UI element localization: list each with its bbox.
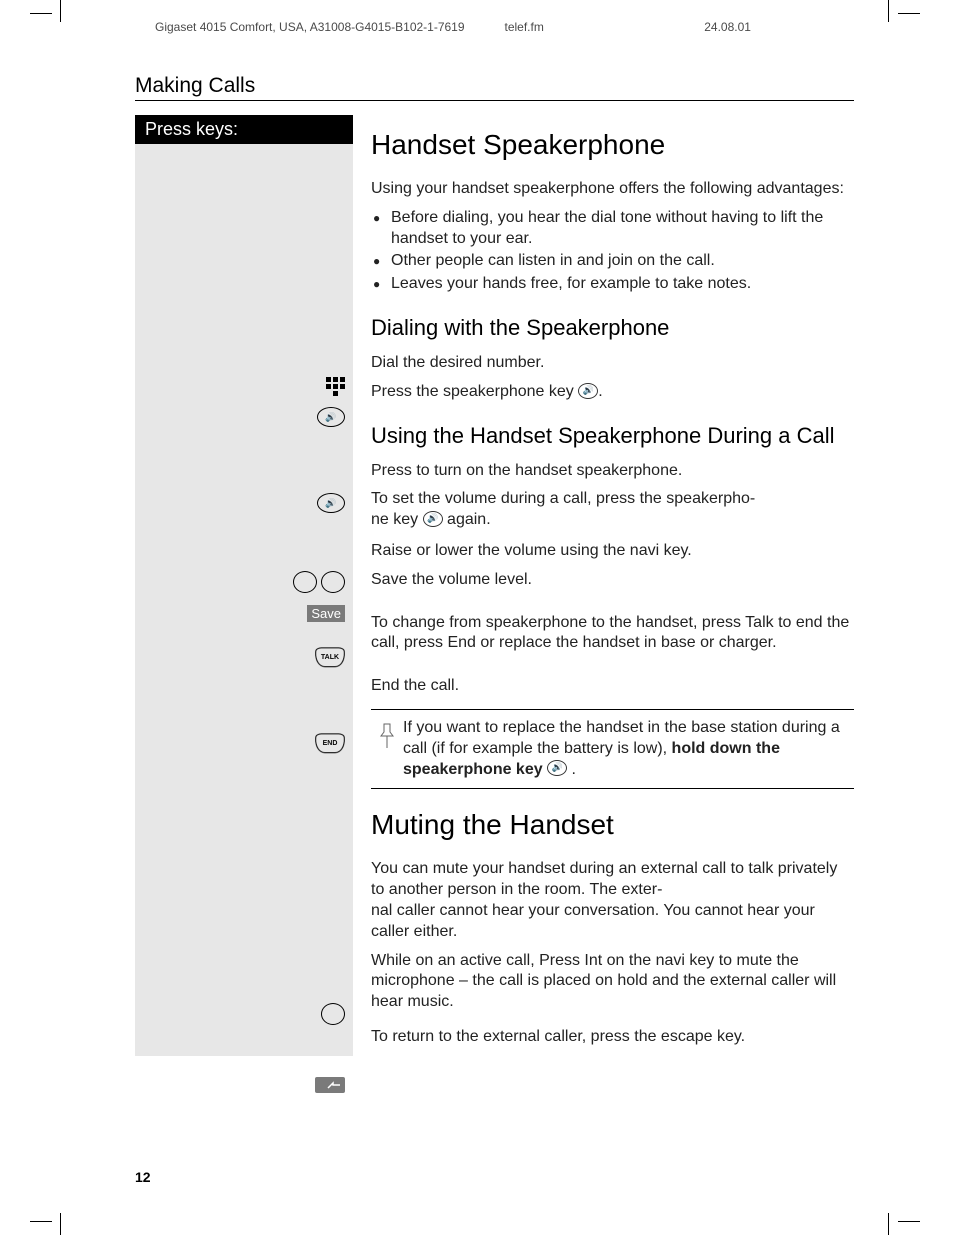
- step-save-volume: Save the volume level.: [371, 571, 532, 588]
- note-text: If you want to replace the handset in th…: [403, 718, 854, 780]
- step-dial-number: Dial the desired number.: [371, 354, 544, 371]
- advantages-list: Before dialing, you hear the dial tone w…: [371, 208, 854, 295]
- press-keys-header: Press keys:: [135, 115, 353, 144]
- speakerphone-inline-icon: 🔊: [547, 760, 567, 776]
- heading-during-call: Using the Handset Speakerphone During a …: [371, 423, 854, 449]
- content-column: Handset Speakerphone Using your handset …: [353, 115, 854, 1056]
- step-press-speaker: Press the speakerphone key 🔊.: [371, 383, 603, 400]
- heading-dialing: Dialing with the Speakerphone: [371, 315, 854, 341]
- step-end-call: End the call.: [371, 677, 459, 694]
- speakerphone-key-icon: 🔊: [317, 493, 345, 513]
- step-change-talk: To change from speakerphone to the hands…: [371, 614, 849, 652]
- advantage-item: Before dialing, you hear the dial tone w…: [371, 208, 854, 250]
- pushpin-icon: [371, 718, 403, 756]
- key-column: Press keys: 🔊 🔊 Save TALK END: [135, 115, 353, 1056]
- speakerphone-intro: Using your handset speakerphone offers t…: [371, 179, 854, 200]
- heading-handset-speakerphone: Handset Speakerphone: [371, 129, 854, 161]
- advantage-item: Leaves your hands free, for example to t…: [371, 274, 854, 295]
- step-raise-lower: Raise or lower the volume using the navi…: [371, 542, 692, 559]
- muting-intro: You can mute your handset during an exte…: [371, 859, 854, 942]
- speakerphone-key-icon: 🔊: [317, 407, 345, 427]
- navi-key-icon: [293, 571, 345, 593]
- running-header: Gigaset 4015 Comfort, USA, A31008-G4015-…: [155, 20, 854, 34]
- step-return-escape: To return to the external caller, press …: [371, 1028, 745, 1045]
- note-box: If you want to replace the handset in th…: [371, 709, 854, 789]
- navi-key-icon: [321, 1003, 345, 1025]
- talk-key-icon: TALK: [315, 647, 345, 667]
- keypad-icon: [326, 377, 345, 396]
- speakerphone-inline-icon: 🔊: [423, 511, 443, 527]
- heading-muting: Muting the Handset: [371, 809, 854, 841]
- header-file: telef.fm: [505, 20, 705, 34]
- header-date: 24.08.01: [704, 20, 854, 34]
- advantage-item: Other people can listen in and join on t…: [371, 251, 854, 272]
- speakerphone-inline-icon: 🔊: [578, 383, 598, 399]
- section-title: Making Calls: [135, 74, 854, 101]
- end-key-icon: END: [315, 733, 345, 753]
- step-set-volume: To set the volume during a call, press t…: [371, 490, 755, 528]
- page-number: 12: [135, 1169, 151, 1185]
- save-softkey: Save: [307, 605, 345, 622]
- step-mute-navi: While on an active call, Press Int on th…: [371, 952, 836, 1011]
- escape-key-icon: [315, 1077, 345, 1093]
- step-turn-on: Press to turn on the handset speakerphon…: [371, 462, 682, 479]
- header-product: Gigaset 4015 Comfort, USA, A31008-G4015-…: [155, 20, 505, 34]
